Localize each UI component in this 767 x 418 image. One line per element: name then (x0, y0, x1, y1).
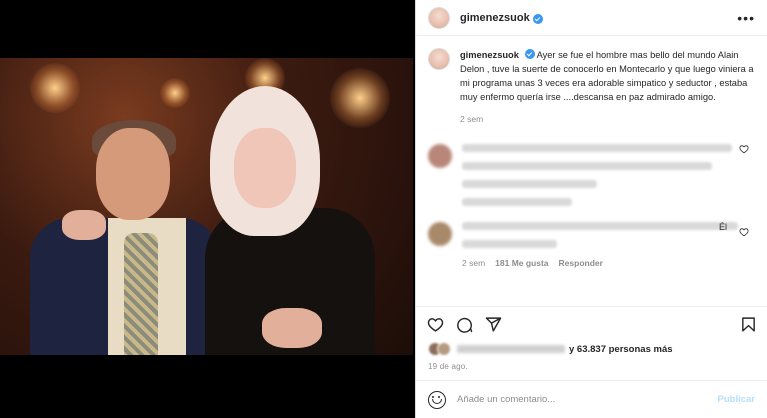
comment-2: 2 sem 181 Me gusta Responder Él (428, 222, 755, 268)
action-bar (416, 306, 767, 342)
caption-avatar[interactable] (428, 48, 450, 70)
blurred-comment-line (462, 162, 712, 170)
post-media[interactable] (0, 0, 415, 418)
profile-avatar[interactable] (428, 6, 450, 29)
emoji-icon[interactable] (428, 390, 446, 409)
verified-badge-icon (532, 13, 543, 24)
add-comment-bar: Publicar (416, 380, 767, 418)
blurred-comment-line (462, 240, 557, 248)
comment-avatar[interactable] (428, 222, 452, 246)
caption-time[interactable]: 2 sem (460, 112, 755, 126)
comment-input[interactable] (457, 394, 718, 405)
caption-username[interactable]: gimenezsuok (460, 50, 519, 60)
blurred-liker-name (457, 345, 565, 353)
likes-summary[interactable]: y 63.837 personas más (428, 342, 755, 356)
publish-button[interactable]: Publicar (718, 394, 756, 405)
comment-1 (428, 144, 755, 216)
header-username[interactable]: gimenezsuok (460, 12, 530, 24)
blurred-comment-line (462, 180, 597, 188)
verified-badge-icon (524, 49, 535, 59)
comment-likes[interactable]: 181 Me gusta (495, 258, 548, 268)
comment-avatar[interactable] (428, 144, 452, 168)
liker-avatar (437, 342, 451, 356)
comment-icon[interactable] (455, 316, 473, 334)
comments-section: gimenezsuok Ayer se fue el hombre mas be… (416, 36, 767, 306)
blurred-comment-line (462, 144, 732, 152)
comment-like-icon[interactable] (739, 227, 749, 239)
post-panel: gimenezsuok ••• gimenezsuok Ayer se fue … (415, 0, 767, 418)
comment-trailing-text: Él (718, 222, 727, 232)
bookmark-icon[interactable] (739, 316, 757, 334)
heart-icon[interactable] (426, 316, 444, 334)
blurred-comment-line (462, 222, 738, 230)
post-header: gimenezsuok ••• (416, 0, 767, 36)
comment-time[interactable]: 2 sem (462, 258, 485, 268)
caption: gimenezsuok Ayer se fue el hombre mas be… (428, 48, 755, 126)
post-date[interactable]: 19 de ago. (428, 362, 468, 371)
likes-count[interactable]: y 63.837 personas más (569, 344, 673, 355)
post-photo (0, 58, 413, 355)
blurred-comment-line (462, 198, 572, 206)
share-icon[interactable] (484, 316, 502, 334)
more-options-icon[interactable]: ••• (737, 10, 755, 26)
comment-like-icon[interactable] (739, 144, 749, 156)
reply-button[interactable]: Responder (559, 258, 603, 268)
